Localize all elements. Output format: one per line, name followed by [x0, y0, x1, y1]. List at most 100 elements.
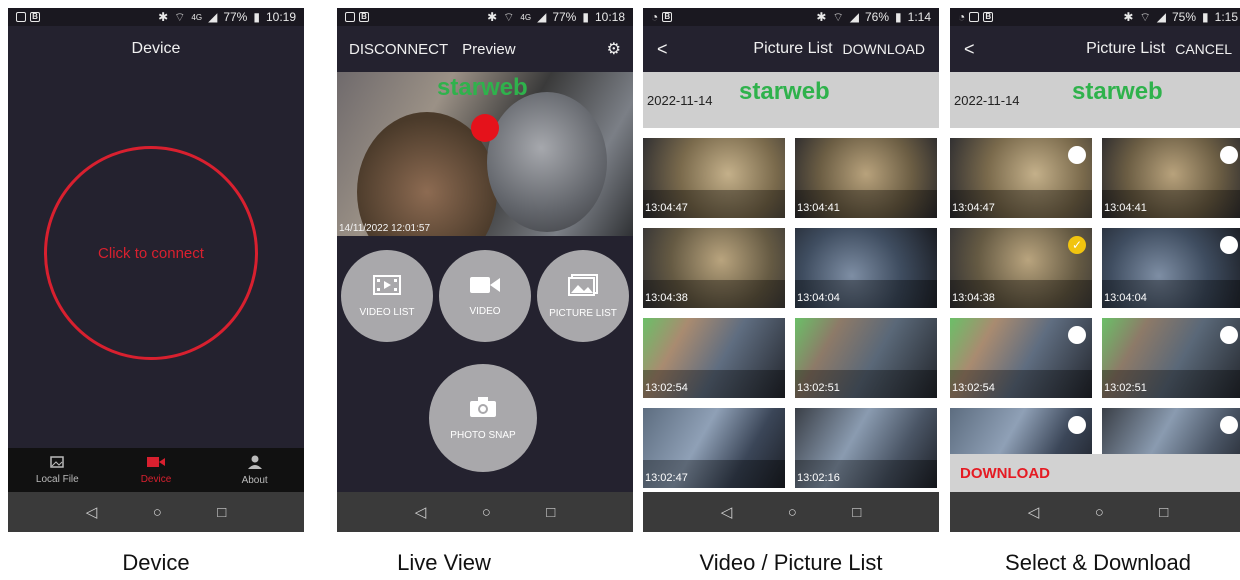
video-timestamp: 14/11/2022 12:01:57	[339, 223, 431, 234]
live-view-toolbar: DISCONNECT Preview ⚙	[337, 26, 633, 72]
status-bar: ◔ B ✱ ⌔ ◢ 76% ▮ 1:14	[643, 8, 939, 26]
back-icon[interactable]: ◁	[1028, 503, 1040, 521]
tab-local-file[interactable]: Local File	[17, 455, 97, 485]
picture-list-toolbar: < Picture List CANCEL	[950, 26, 1240, 72]
connect-button[interactable]: Click to connect	[44, 146, 258, 360]
notification-b-icon: B	[983, 12, 994, 22]
battery-percent: 77%	[223, 10, 248, 24]
clock: 10:18	[594, 10, 625, 24]
thumbnail-item[interactable]: 13:04:47	[950, 138, 1092, 218]
unchecked-checkbox-icon[interactable]	[1220, 236, 1238, 254]
home-icon[interactable]: ○	[1095, 504, 1104, 521]
tab-device[interactable]: Device	[116, 456, 196, 485]
thumbnail-item[interactable]: 13:02:51	[1102, 318, 1240, 398]
gallery-icon	[568, 273, 598, 296]
back-icon[interactable]: ◁	[721, 503, 733, 521]
back-icon[interactable]: ◁	[86, 503, 98, 521]
camera-icon	[146, 456, 165, 467]
caption-live-view: Live View	[397, 550, 491, 575]
notification-b-icon: B	[359, 12, 369, 22]
back-arrow-icon[interactable]: <	[964, 39, 994, 60]
page-title: Picture List	[1086, 40, 1166, 57]
date-label: 2022-11-14	[954, 92, 1020, 108]
thumbnail-item[interactable]: 13:02:51	[795, 318, 937, 398]
download-button[interactable]: DOWNLOAD	[950, 454, 1240, 492]
unchecked-checkbox-icon[interactable]	[1220, 146, 1238, 164]
gear-icon[interactable]: ⚙	[607, 39, 621, 59]
unchecked-checkbox-icon[interactable]	[1220, 416, 1238, 434]
video-camera-icon	[470, 276, 500, 293]
status-bar: B ✱ ⌔ 4G ◢ 77% ▮ 10:19	[8, 8, 304, 26]
user-icon	[247, 455, 262, 469]
animal-image-region	[487, 92, 607, 232]
cancel-button[interactable]: CANCEL	[1175, 41, 1232, 57]
thumbnail-time: 13:02:51	[797, 382, 840, 394]
thumbnail-time: 13:04:41	[797, 202, 840, 214]
battery-percent: 75%	[1172, 10, 1197, 24]
unchecked-checkbox-icon[interactable]	[1220, 326, 1238, 344]
tab-label: Local File	[35, 473, 79, 485]
date-header: 2022-11-14 starweb	[950, 72, 1240, 128]
button-label: VIDEO LIST	[359, 306, 415, 318]
live-preview-video[interactable]: starweb 14/11/2022 12:01:57	[337, 72, 633, 236]
back-icon[interactable]: ◁	[415, 503, 427, 521]
phone-device-screen: B ✱ ⌔ 4G ◢ 77% ▮ 10:19 Device Click to c…	[8, 8, 304, 532]
photo-snap-button[interactable]: PHOTO SNAP	[429, 364, 537, 472]
thumbnail-item[interactable]: 13:04:04	[1102, 228, 1240, 308]
phone-live-view-screen: B ✱ ⌔ 4G ◢ 77% ▮ 10:18 DISCONNECT Previe…	[337, 8, 633, 532]
recording-dot	[471, 114, 499, 142]
recents-icon[interactable]: □	[546, 504, 555, 521]
signal-icon: ◢	[1156, 10, 1166, 24]
thumbnail-time: 13:04:47	[952, 202, 995, 214]
thumbnail-item[interactable]: 13:04:41	[1102, 138, 1240, 218]
tab-about[interactable]: About	[215, 455, 295, 486]
thumbnail-time: 13:04:47	[645, 202, 688, 214]
thumbnail-item[interactable]: 13:02:54	[950, 318, 1092, 398]
bluetooth-icon: ✱	[1123, 10, 1134, 24]
video-list-button[interactable]: VIDEO LIST	[341, 250, 433, 342]
recents-icon[interactable]: □	[1159, 504, 1168, 521]
disconnect-button[interactable]: DISCONNECT	[349, 41, 448, 58]
thumbnail-item[interactable]: 13:02:47	[643, 408, 785, 488]
connect-label: Click to connect	[98, 244, 204, 262]
bluetooth-icon: ✱	[487, 10, 498, 24]
button-label: PHOTO SNAP	[450, 429, 516, 441]
notification-icon	[345, 12, 355, 22]
video-button[interactable]: VIDEO	[439, 250, 531, 342]
preview-title: Preview	[462, 40, 516, 58]
download-mode-button[interactable]: DOWNLOAD	[843, 41, 925, 57]
thumbnail-item[interactable]: 13:04:41	[795, 138, 937, 218]
thumbnail-item[interactable]: 13:02:54	[643, 318, 785, 398]
thumbnail-item[interactable]: 13:04:38	[643, 228, 785, 308]
phone-select-download-screen: ◔ B ✱ ⌔ ◢ 75% ▮ 1:15 < Picture List CANCE…	[950, 8, 1240, 532]
thumbnail-item[interactable]: 13:04:47	[643, 138, 785, 218]
picture-list-button[interactable]: PICTURE LIST	[537, 250, 629, 342]
thumbnail-item[interactable]: 13:02:16	[795, 408, 937, 488]
thumbnail-item[interactable]: 13:04:04	[795, 228, 937, 308]
clock: 10:19	[265, 10, 296, 24]
button-label: VIDEO	[469, 305, 501, 317]
status-bar: B ✱ ⌔ 4G ◢ 77% ▮ 10:18	[337, 8, 633, 26]
recents-icon[interactable]: □	[217, 504, 226, 521]
watermark: starweb	[437, 74, 528, 101]
home-icon[interactable]: ○	[788, 504, 797, 521]
recents-icon[interactable]: □	[852, 504, 861, 521]
back-arrow-icon[interactable]: <	[657, 39, 687, 60]
system-nav-bar: ◁ ○ □	[8, 492, 304, 532]
unchecked-checkbox-icon[interactable]	[1068, 416, 1086, 434]
home-icon[interactable]: ○	[153, 504, 162, 521]
notification-icon	[16, 12, 26, 22]
thumbnail-time: 13:02:54	[645, 382, 688, 394]
unchecked-checkbox-icon[interactable]	[1068, 146, 1086, 164]
home-icon[interactable]: ○	[482, 504, 491, 521]
download-label: DOWNLOAD	[960, 464, 1050, 482]
checked-checkbox-icon[interactable]: ✓	[1068, 236, 1086, 254]
unchecked-checkbox-icon[interactable]	[1068, 326, 1086, 344]
thumbnail-item[interactable]: 13:04:38 ✓	[950, 228, 1092, 308]
bottom-tab-bar: Local File Device About	[8, 448, 304, 492]
bluetooth-icon: ✱	[816, 10, 827, 24]
notification-b-icon: B	[30, 12, 40, 22]
caption-picture-list: Video / Picture List	[699, 550, 883, 575]
tab-label: Device	[140, 473, 172, 485]
network-type: 4G	[520, 12, 532, 22]
